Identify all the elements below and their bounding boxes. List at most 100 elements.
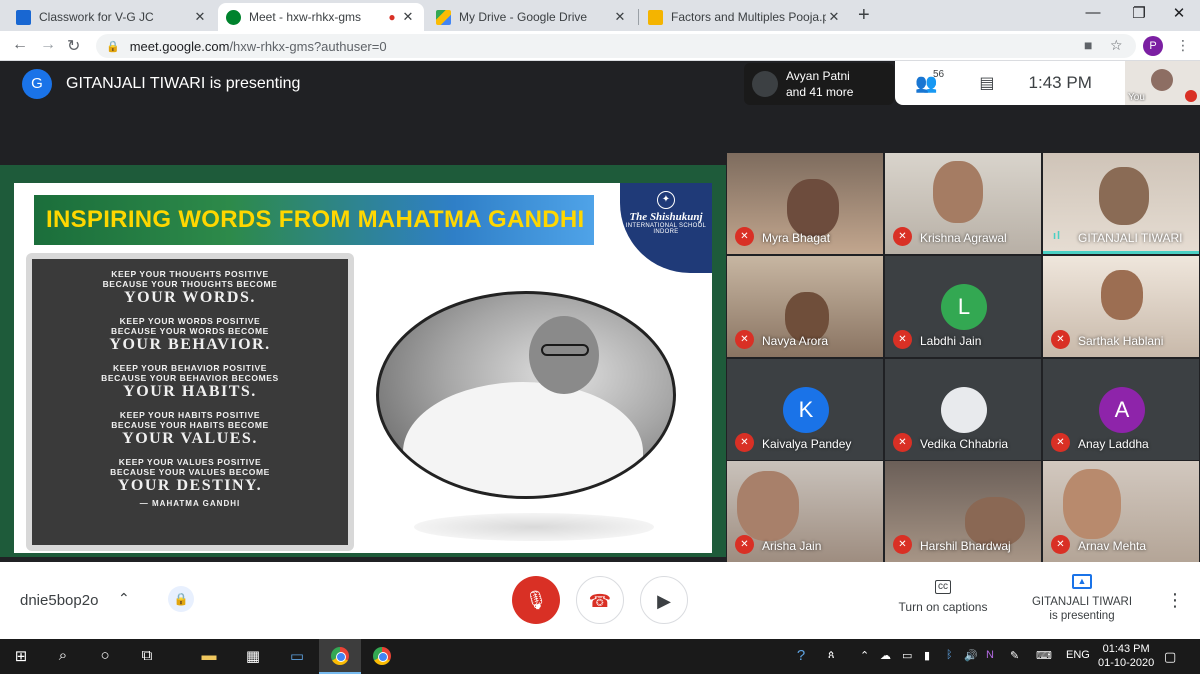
keyboard-icon[interactable]: ⌨ <box>1036 649 1052 662</box>
presenter-avatar: G <box>22 69 52 99</box>
window-close-icon[interactable]: ✕ <box>1164 4 1194 22</box>
quote-block: KEEP YOUR THOUGHTS POSITIVE BECAUSE YOUR… <box>42 269 338 307</box>
lock-icon[interactable]: 🔒 <box>106 40 120 53</box>
participant-tile[interactable]: ✕ Navya Arora <box>727 256 883 357</box>
mic-toggle-button[interactable]: 🎙 <box>512 576 560 624</box>
mic-off-icon: ✕ <box>893 535 912 554</box>
shield-icon[interactable]: 🔒 <box>168 586 194 612</box>
battery-icon[interactable]: ▮ <box>924 649 930 662</box>
participant-name: Anay Laddha <box>1078 437 1149 451</box>
chrome-icon <box>331 647 349 665</box>
meeting-code[interactable]: dnie5bop2o <box>20 592 98 609</box>
pen-icon[interactable]: ✎ <box>1010 649 1019 662</box>
participant-tile[interactable]: ıl GITANJALI TIWARI <box>1043 153 1199 254</box>
school-logo: ✦ The Shishukunj INTERNATIONAL SCHOOL IN… <box>620 183 712 273</box>
participant-tile[interactable]: K ✕ Kaivalya Pandey <box>727 359 883 460</box>
self-view-tile[interactable]: You <box>1125 61 1200 105</box>
quote-small-line: BECAUSE YOUR HABITS BECOME <box>111 420 269 430</box>
task-view-icon[interactable]: ⧉ <box>136 647 158 664</box>
participant-tile[interactable]: ✕ Myra Bhagat <box>727 153 883 254</box>
participants-chip[interactable]: Avyan Patni and 41 more <box>744 63 894 105</box>
close-icon[interactable]: ✕ <box>612 9 628 25</box>
participant-tile[interactable]: ✕ Vedika Chhabria <box>885 359 1041 460</box>
participant-name: Harshil Bhardwaj <box>920 539 1011 553</box>
chip-line2: and 41 more <box>786 85 854 99</box>
tab-classwork[interactable]: Classwork for V-G JC ✕ <box>8 3 216 31</box>
input-language[interactable]: ENG <box>1066 649 1090 661</box>
bluetooth-icon[interactable]: ᛒ <box>946 649 953 661</box>
participant-tile[interactable]: L ✕ Labdhi Jain <box>885 256 1041 357</box>
presenter-text: GITANJALI TIWARI is presenting <box>66 75 301 92</box>
quote-board: KEEP YOUR THOUGHTS POSITIVE BECAUSE YOUR… <box>32 259 348 545</box>
quote-big-line: YOUR WORDS. <box>124 289 256 306</box>
presentation-slide: INSPIRING WORDS FROM MAHATMA GANDHI ✦ Th… <box>0 165 726 557</box>
participant-tile[interactable]: ✕ Arisha Jain <box>727 461 883 562</box>
maximize-icon[interactable]: ❐ <box>1124 4 1154 22</box>
tab-drive[interactable]: My Drive - Google Drive ✕ <box>428 3 636 31</box>
profile-avatar[interactable]: P <box>1143 36 1163 56</box>
participant-name: GITANJALI TIWARI <box>1078 231 1183 245</box>
presenting-button[interactable]: ▲ GITANJALI TIWARI is presenting <box>1028 574 1136 623</box>
help-icon[interactable]: ? <box>790 647 812 664</box>
cortana-icon[interactable]: ○ <box>94 647 116 664</box>
presenting-line1: GITANJALI TIWARI <box>1031 596 1133 608</box>
participant-tile[interactable]: ✕ Arnav Mehta <box>1043 461 1199 562</box>
notification-icon[interactable]: ▢ <box>1164 649 1176 665</box>
bookmark-star-icon[interactable]: ☆ <box>1110 37 1123 54</box>
recording-icon: ● <box>388 10 396 24</box>
store-icon[interactable]: ▦ <box>242 647 264 665</box>
participant-tile[interactable]: ✕ Sarthak Hablani <box>1043 256 1199 357</box>
present-screen-icon: ▲ <box>1072 574 1092 589</box>
captions-button[interactable]: cc Turn on captions <box>896 580 990 614</box>
self-label: You <box>1128 92 1145 103</box>
new-tab-button[interactable]: + <box>858 4 870 27</box>
windows-start-icon[interactable]: ⊞ <box>10 647 32 665</box>
quote-big-line: YOUR DESTINY. <box>117 477 263 494</box>
chevron-up-icon[interactable]: ⌃ <box>118 590 130 607</box>
chevron-up-icon[interactable]: ⌃ <box>860 649 869 662</box>
meeting-info-bar: 👥 56 ▤ 1:43 PM <box>895 61 1125 105</box>
search-icon[interactable]: ⌕ <box>52 647 74 664</box>
network-icon[interactable]: ▭ <box>902 649 912 662</box>
camera-toggle-button[interactable]: ▶ <box>640 576 688 624</box>
camera-indicator-icon[interactable]: ■ <box>1084 37 1092 53</box>
tab-slides[interactable]: Factors and Multiples Pooja.pptx ✕ <box>640 3 850 31</box>
participant-tile[interactable]: A ✕ Anay Laddha <box>1043 359 1199 460</box>
volume-icon[interactable]: 🔊 <box>964 649 978 662</box>
mic-off-icon: ✕ <box>735 330 754 349</box>
close-icon[interactable]: ✕ <box>826 9 842 25</box>
minimize-icon[interactable]: — <box>1078 4 1108 21</box>
chat-icon[interactable]: ▤ <box>979 73 994 93</box>
forward-icon[interactable]: → <box>40 36 56 54</box>
back-icon[interactable]: ← <box>12 36 28 54</box>
quote-small-line: BECAUSE YOUR THOUGHTS BECOME <box>102 279 278 289</box>
tab-meet[interactable]: Meet - hxw-rhkx-gms ● ✕ <box>218 3 424 31</box>
taskbar-time: 01:43 PM <box>1102 643 1150 655</box>
quote-small-line: KEEP YOUR BEHAVIOR POSITIVE <box>112 363 268 373</box>
cloud-icon[interactable]: ☁ <box>880 649 891 662</box>
meet-icon <box>226 9 241 25</box>
close-icon[interactable]: ✕ <box>400 9 416 25</box>
laptop-app-icon[interactable]: ▭ <box>286 647 308 665</box>
participant-video <box>1063 469 1121 539</box>
people-icon[interactable]: 👥 56 <box>915 69 944 94</box>
close-icon[interactable]: ✕ <box>192 9 208 25</box>
participant-tile[interactable]: ✕ Harshil Bhardwaj <box>885 461 1041 562</box>
mic-off-icon: ✕ <box>735 433 754 452</box>
address-bar[interactable]: 🔒 meet.google.com/hxw-rhkx-gms?authuser=… <box>96 34 1136 58</box>
people-tray-icon[interactable]: ጰ <box>828 649 835 662</box>
onenote-icon[interactable]: N <box>986 649 994 661</box>
reload-icon[interactable]: ↻ <box>67 36 80 56</box>
taskbar-clock[interactable]: 01:43 PM 01-10-2020 <box>1098 642 1154 670</box>
participant-tile[interactable]: ✕ Krishna Agrawal <box>885 153 1041 254</box>
mic-off-icon: ✕ <box>893 330 912 349</box>
hang-up-button[interactable]: ☎ <box>576 576 624 624</box>
chrome-taskbar-active[interactable] <box>319 639 361 674</box>
file-explorer-icon[interactable]: ▬ <box>198 647 220 664</box>
browser-menu-icon[interactable]: ⋮ <box>1176 37 1190 54</box>
chrome-icon-wrap <box>319 639 361 665</box>
quote-big-line: YOUR VALUES. <box>122 430 258 447</box>
chrome-icon-2[interactable] <box>373 647 391 665</box>
meeting-clock: 1:43 PM <box>1028 73 1092 92</box>
more-options-icon[interactable]: ⋮ <box>1166 590 1184 611</box>
